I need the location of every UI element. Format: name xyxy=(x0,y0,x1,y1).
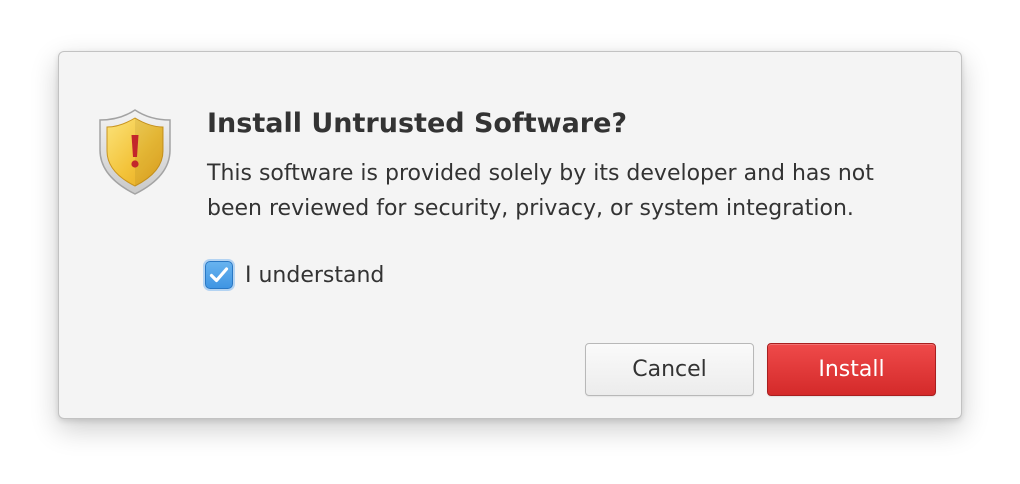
security-warning-shield-icon xyxy=(97,108,173,196)
untrusted-software-dialog: Install Untrusted Software? This softwar… xyxy=(58,51,962,419)
understand-checkbox-label: I understand xyxy=(245,262,385,288)
install-button[interactable]: Install xyxy=(767,343,936,396)
checkmark-icon xyxy=(209,267,229,283)
cancel-button[interactable]: Cancel xyxy=(585,343,754,396)
dialog-message: This software is provided solely by its … xyxy=(207,161,874,221)
dialog-title: Install Untrusted Software? xyxy=(207,108,628,139)
understand-checkbox[interactable] xyxy=(205,261,233,289)
understand-checkbox-row[interactable]: I understand xyxy=(205,261,384,289)
